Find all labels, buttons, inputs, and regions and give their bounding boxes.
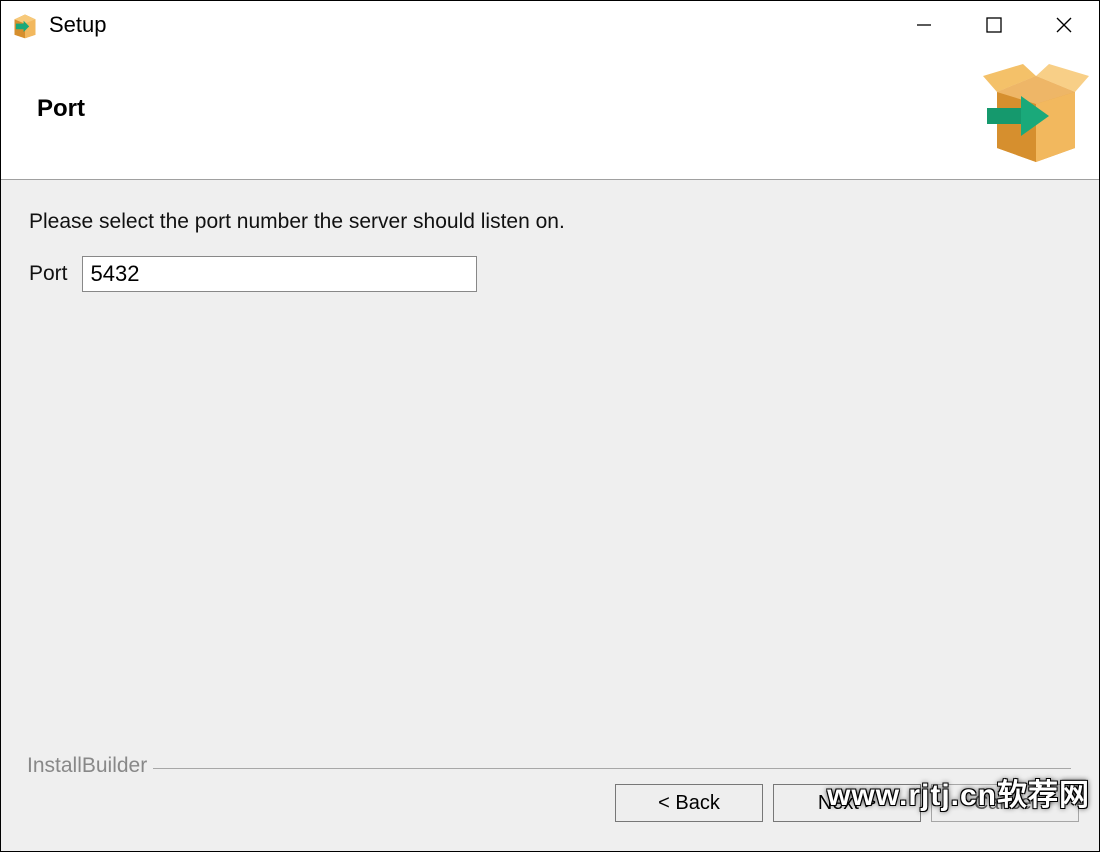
fieldset-line <box>29 768 1071 769</box>
port-input[interactable] <box>82 256 477 292</box>
installer-box-arrow-icon <box>981 64 1091 164</box>
title-bar: Setup <box>1 1 1099 49</box>
close-icon <box>1055 16 1073 34</box>
port-field-row: Port <box>29 256 1071 292</box>
wizard-footer: < Back Next > Cancel <box>1 769 1099 851</box>
back-button[interactable]: < Back <box>615 784 763 822</box>
maximize-icon <box>985 16 1003 34</box>
cancel-button[interactable]: Cancel <box>931 784 1079 822</box>
window-minimize-button[interactable] <box>889 1 959 49</box>
window-title: Setup <box>49 12 107 38</box>
minimize-icon <box>915 16 933 34</box>
wizard-content: Please select the port number the server… <box>1 180 1099 769</box>
brand-separator: InstallBuilder <box>29 768 1071 769</box>
port-label: Port <box>29 262 68 286</box>
installbuilder-legend: InstallBuilder <box>21 754 153 778</box>
page-title: Port <box>37 95 85 123</box>
app-box-arrow-icon <box>11 11 39 39</box>
window-close-button[interactable] <box>1029 1 1099 49</box>
window-maximize-button[interactable] <box>959 1 1029 49</box>
next-button[interactable]: Next > <box>773 784 921 822</box>
instruction-text: Please select the port number the server… <box>29 210 1071 234</box>
wizard-header: Port <box>1 49 1099 179</box>
